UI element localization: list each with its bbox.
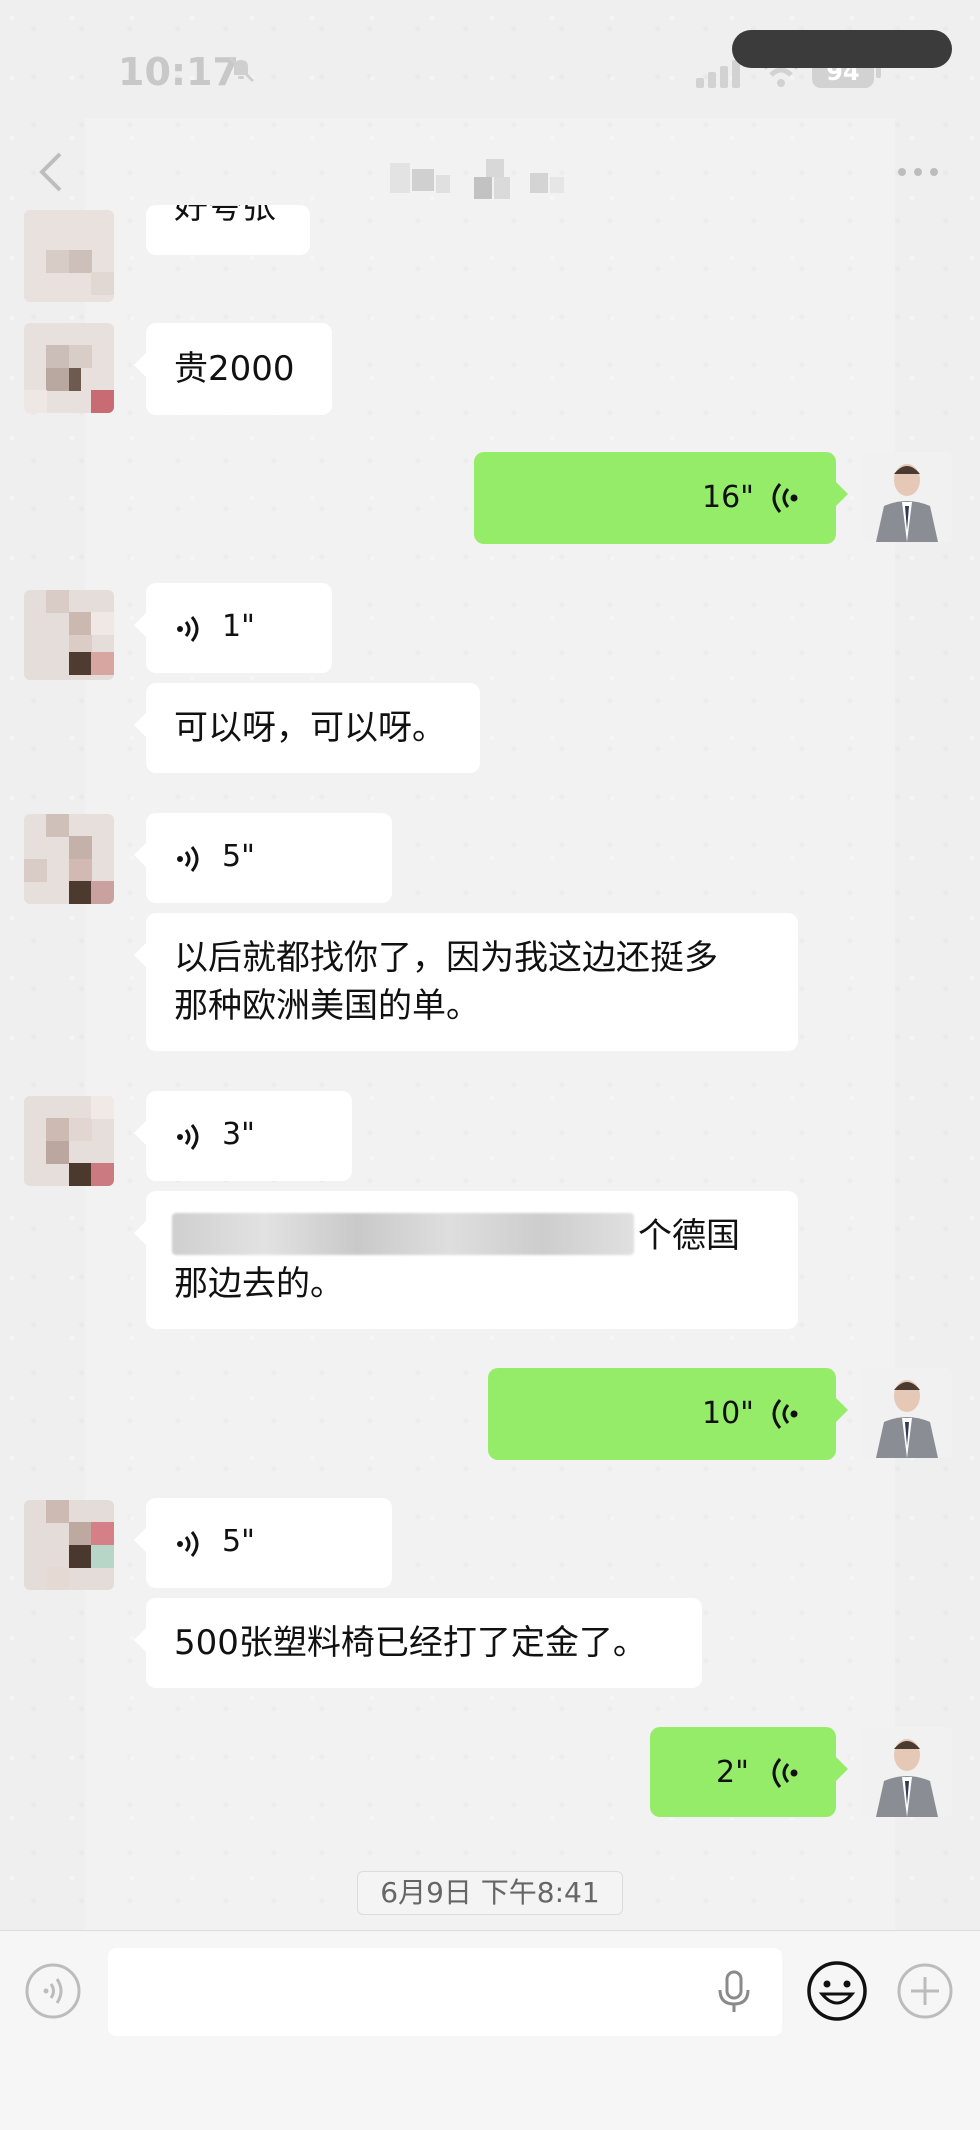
received-voice-bubble[interactable]: 3": [134, 1091, 352, 1181]
message-bubble-text[interactable]: 贵2000: [134, 323, 332, 415]
message-bubble-text[interactable]: 好夸张: [146, 205, 310, 255]
my-avatar[interactable]: [862, 1727, 952, 1817]
chat-title-blurred: [390, 159, 564, 199]
received-voice-bubble[interactable]: 1": [134, 583, 332, 673]
message-input[interactable]: [108, 1948, 782, 2036]
voice-duration: 2": [716, 1755, 749, 1790]
voice-icon: [177, 1531, 199, 1557]
contact-avatar[interactable]: [24, 1096, 114, 1186]
message-bubble-text[interactable]: 以后就都找你了，因为我这边还挺多 那种欧洲美国的单。: [134, 913, 798, 1051]
voice-duration: 1": [222, 609, 255, 644]
my-avatar[interactable]: [862, 452, 952, 542]
voice-playing-icon: [772, 1758, 798, 1788]
voice-mode-icon[interactable]: [24, 1962, 82, 2020]
message-text-line: 以后就都找你了，因为我这边还挺多: [174, 938, 718, 978]
voice-duration: 3": [222, 1117, 255, 1152]
message-text: 可以呀，可以呀。: [174, 708, 446, 748]
message-text: 贵2000: [174, 349, 295, 389]
voice-playing-icon: [772, 483, 798, 513]
voice-duration: 5": [222, 839, 255, 874]
message-bubble-text[interactable]: 500张塑料椅已经打了定金了。: [134, 1598, 702, 1688]
received-voice-bubble[interactable]: 5": [134, 1498, 392, 1588]
contact-avatar[interactable]: [24, 814, 114, 904]
voice-duration: 5": [222, 1524, 255, 1559]
plus-icon[interactable]: [896, 1962, 954, 2020]
mic-icon[interactable]: [716, 1970, 752, 2014]
voice-duration: 10": [702, 1396, 754, 1431]
voice-icon: [177, 616, 199, 642]
received-voice-bubble[interactable]: 5": [134, 813, 392, 903]
message-text: 500张塑料椅已经打了定金了。: [174, 1623, 647, 1663]
message-text-line: 个德国: [638, 1216, 740, 1256]
voice-playing-icon: [772, 1399, 798, 1429]
contact-avatar[interactable]: [24, 590, 114, 680]
message-bubble-text[interactable]: 可以呀，可以呀。: [134, 683, 480, 773]
status-bar: 10:17 94: [0, 0, 980, 120]
message-text-line: 那种欧洲美国的单。: [174, 986, 480, 1026]
status-time: 10:17: [118, 50, 239, 94]
signal-icon: [696, 60, 740, 88]
redacted-text: [172, 1213, 634, 1255]
my-avatar[interactable]: [862, 1368, 952, 1458]
contact-avatar[interactable]: [24, 323, 114, 413]
emoji-icon[interactable]: [806, 1960, 868, 2022]
voice-duration: 16": [702, 480, 754, 515]
message-bubble-text[interactable]: 个德国 那边去的。: [134, 1191, 798, 1329]
more-icon[interactable]: [896, 160, 940, 184]
voice-icon: [177, 1124, 199, 1150]
back-icon[interactable]: [34, 150, 66, 194]
sent-voice-bubble[interactable]: 2": [650, 1727, 848, 1817]
message-text: 好夸张: [174, 205, 276, 227]
redaction-pill: [732, 30, 952, 68]
message-text-line: 那边去的。: [174, 1264, 344, 1304]
mute-bell-icon: [228, 56, 255, 83]
voice-icon: [177, 846, 199, 872]
sent-voice-bubble[interactable]: 10": [488, 1368, 848, 1460]
contact-avatar[interactable]: [24, 1500, 114, 1590]
chat-timestamp: 6月9日 下午8:41: [357, 1871, 623, 1915]
sent-voice-bubble[interactable]: 16": [474, 452, 848, 544]
contact-avatar[interactable]: [24, 210, 114, 302]
